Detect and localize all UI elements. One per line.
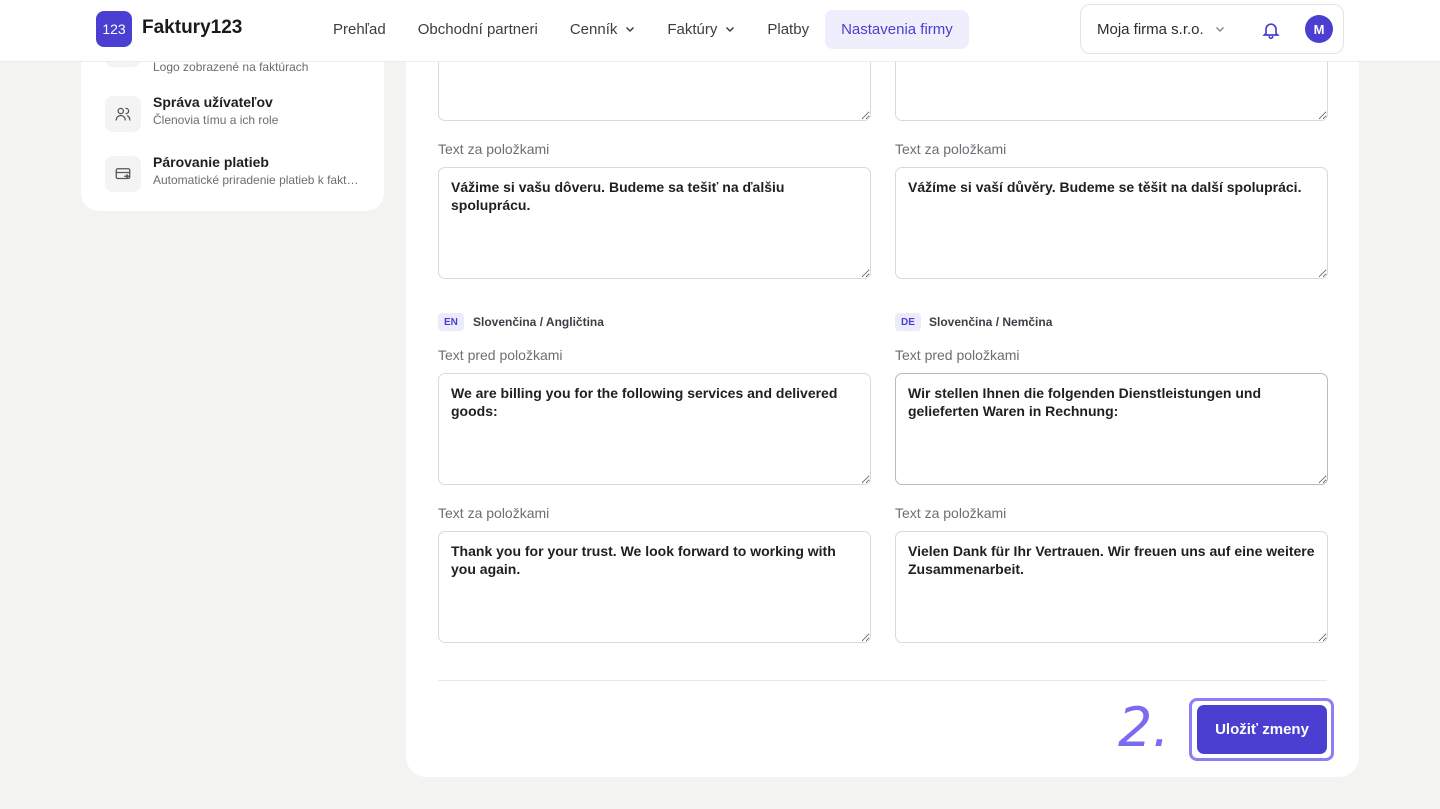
lang-section-title-de: Slovenčina / Nemčina [929, 315, 1053, 329]
top-navigation: 123 Faktury123 Prehľad Obchodní partneri… [0, 0, 1440, 62]
step-annotation: 2. [1118, 696, 1170, 759]
text-after-items-sk-cz-left[interactable]: Vážime si vašu dôveru. Budeme sa tešiť n… [438, 167, 871, 279]
nav-overview[interactable]: Prehľad [317, 10, 402, 49]
sidebar-item-title: Správa užívateľov [153, 94, 273, 110]
sidebar-item-users[interactable]: Správa užívateľov Členovia tímu a ich ro… [105, 94, 375, 134]
sidebar-item-subtitle: Automatické priradenie platieb k faktúra… [153, 173, 363, 187]
field-label: Text za položkami [438, 141, 550, 157]
company-name: Moja firma s.r.o. [1097, 21, 1204, 38]
nav-company-settings[interactable]: Nastavenia firmy [825, 9, 969, 49]
main-nav: Prehľad Obchodní partneri Cenník Faktúry… [317, 9, 969, 49]
nav-label: Obchodní partneri [417, 20, 538, 38]
nav-label: Faktúry [667, 20, 718, 38]
nav-payments[interactable]: Platby [751, 10, 825, 49]
nav-label: Prehľad [333, 20, 386, 38]
users-icon [105, 96, 141, 132]
sidebar-item-subtitle: Logo zobrazené na faktúrach [153, 60, 309, 74]
field-label: Text za položkami [438, 505, 550, 521]
field-label: Text za položkami [895, 505, 1007, 521]
avatar[interactable]: M [1305, 15, 1333, 43]
text-after-items-de[interactable]: Vielen Dank für Ihr Vertrauen. Wir freue… [895, 531, 1328, 643]
sidebar-item-title: Párovanie platieb [153, 154, 269, 170]
sidebar-item-subtitle: Členovia tímu a ich role [153, 113, 279, 127]
chevron-down-icon [1215, 26, 1225, 33]
form-divider [438, 680, 1327, 681]
app-logo[interactable]: 123 [96, 11, 132, 47]
sidebar-item-payment-matching[interactable]: Párovanie platieb Automatické priradenie… [105, 154, 375, 194]
lang-section-title-en: Slovenčina / Angličtina [473, 315, 604, 329]
nav-label: Nastavenia firmy [841, 20, 953, 38]
text-before-items-en[interactable]: We are billing you for the following ser… [438, 373, 871, 485]
field-label: Text za položkami [895, 141, 1007, 157]
app-name[interactable]: Faktury123 [142, 17, 242, 39]
nav-invoices[interactable]: Faktúry [651, 10, 751, 49]
text-after-items-cz[interactable]: Vážíme si vaší důvěry. Budeme se těšit n… [895, 167, 1328, 279]
company-switcher[interactable]: Moja firma s.r.o. M [1080, 4, 1344, 54]
payment-match-icon [105, 156, 141, 192]
lang-badge-de: DE [895, 313, 921, 331]
chevron-down-icon [626, 26, 635, 33]
lang-badge-en: EN [438, 313, 464, 331]
save-changes-button[interactable]: Uložiť zmeny [1197, 705, 1327, 754]
text-after-items-en[interactable]: Thank you for your trust. We look forwar… [438, 531, 871, 643]
nav-label: Platby [767, 20, 810, 38]
field-label: Text pred položkami [438, 347, 563, 363]
bell-icon[interactable] [1261, 20, 1281, 40]
nav-pricelist[interactable]: Cenník [554, 10, 652, 49]
chevron-down-icon [726, 26, 735, 33]
nav-business-partners[interactable]: Obchodní partneri [402, 10, 554, 49]
nav-label: Cenník [569, 20, 618, 38]
field-label: Text pred položkami [895, 347, 1020, 363]
text-before-items-de[interactable]: Wir stellen Ihnen die folgenden Dienstle… [895, 373, 1328, 485]
